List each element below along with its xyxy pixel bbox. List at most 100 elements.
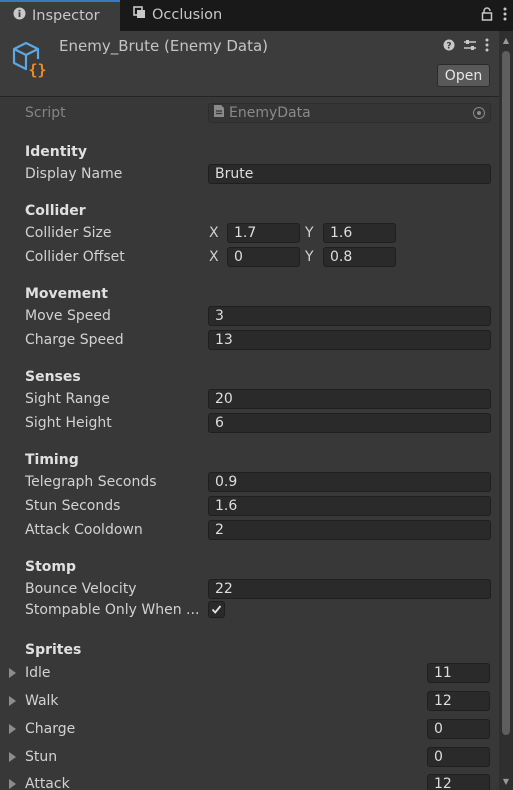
bounce-velocity-row: Bounce Velocity 22 (0, 578, 499, 600)
sprites-walk-row[interactable]: Walk 12 (0, 690, 499, 712)
stompable-row: Stompable Only When ... (0, 599, 499, 621)
scroll-down-arrow-icon[interactable]: ▼ (502, 777, 510, 786)
attack-cooldown-field[interactable]: 2 (208, 520, 491, 540)
tab-occlusion-label: Occlusion (152, 7, 223, 23)
help-icon[interactable]: ? (443, 39, 455, 55)
script-value: EnemyData (229, 105, 311, 121)
attack-cooldown-label: Attack Cooldown (25, 522, 143, 538)
kebab-menu-icon[interactable] (503, 7, 507, 25)
sprites-walk-label: Walk (25, 693, 59, 709)
info-icon (13, 2, 26, 31)
sight-height-field[interactable]: 6 (208, 413, 491, 433)
foldout-arrow-icon[interactable] (9, 668, 16, 678)
foldout-arrow-icon[interactable] (9, 779, 16, 789)
move-speed-label: Move Speed (25, 308, 111, 324)
move-speed-field[interactable]: 3 (208, 306, 491, 326)
collider-size-y-field[interactable]: 1.6 (323, 223, 396, 243)
sight-height-label: Sight Height (25, 415, 112, 431)
telegraph-seconds-label: Telegraph Seconds (25, 474, 157, 490)
scrollbar-thumb[interactable] (502, 51, 510, 735)
stun-seconds-field[interactable]: 1.6 (208, 496, 491, 516)
checkmark-icon (211, 605, 222, 614)
scroll-up-arrow-icon[interactable]: ▲ (502, 36, 510, 45)
display-name-label: Display Name (25, 166, 123, 182)
foldout-arrow-icon[interactable] (9, 724, 16, 734)
bounce-velocity-field[interactable]: 22 (208, 579, 491, 599)
collider-offset-y-field[interactable]: 0.8 (323, 247, 396, 267)
sprites-attack-row[interactable]: Attack 12 (0, 773, 499, 790)
sprites-charge-count[interactable]: 0 (427, 719, 490, 739)
charge-speed-field[interactable]: 13 (208, 330, 491, 350)
attack-cooldown-row: Attack Cooldown 2 (0, 519, 499, 541)
svg-text:{}: {} (28, 61, 46, 79)
scriptable-object-icon: {} (10, 39, 50, 85)
sprites-idle-label: Idle (25, 665, 51, 681)
tab-occlusion[interactable]: Occlusion (120, 0, 250, 31)
context-menu-icon[interactable] (485, 38, 489, 56)
script-field[interactable]: EnemyData (208, 103, 491, 123)
section-stomp: Stomp (25, 559, 77, 575)
collider-size-x-field[interactable]: 1.7 (227, 223, 300, 243)
collider-offset-row: Collider Offset X 0 Y 0.8 (0, 246, 499, 268)
move-speed-row: Move Speed 3 (0, 305, 499, 327)
charge-speed-label: Charge Speed (25, 332, 124, 348)
section-identity: Identity (25, 144, 88, 160)
tab-bar: Inspector Occlusion (0, 0, 513, 31)
display-name-field[interactable]: Brute (208, 164, 491, 184)
collider-size-x-axis: X (209, 225, 219, 241)
sprites-idle-count[interactable]: 11 (427, 663, 490, 683)
svg-text:?: ? (446, 42, 451, 52)
section-senses: Senses (25, 369, 81, 385)
tab-inspector-label: Inspector (32, 8, 100, 24)
collider-size-row: Collider Size X 1.7 Y 1.6 (0, 222, 499, 244)
inspector-header: {} Enemy_Brute (Enemy Data) ? (0, 31, 513, 97)
tab-inspector[interactable]: Inspector (0, 0, 120, 31)
sight-range-label: Sight Range (25, 391, 110, 407)
script-file-icon (213, 104, 225, 123)
foldout-arrow-icon[interactable] (9, 752, 16, 762)
telegraph-seconds-row: Telegraph Seconds 0.9 (0, 471, 499, 493)
sight-range-field[interactable]: 20 (208, 389, 491, 409)
vertical-scrollbar[interactable]: ▲ ▼ (499, 31, 513, 790)
charge-speed-row: Charge Speed 13 (0, 329, 499, 351)
sprites-attack-count[interactable]: 12 (427, 774, 490, 790)
bounce-velocity-label: Bounce Velocity (25, 581, 137, 597)
open-button[interactable]: Open (437, 64, 490, 87)
occlusion-icon (133, 0, 146, 31)
collider-offset-y-axis: Y (305, 249, 314, 265)
sprites-stun-count[interactable]: 0 (427, 747, 490, 767)
sight-height-row: Sight Height 6 (0, 412, 499, 434)
sprites-stun-row[interactable]: Stun 0 (0, 746, 499, 768)
asset-title: Enemy_Brute (Enemy Data) (59, 37, 269, 55)
stun-seconds-label: Stun Seconds (25, 498, 121, 514)
display-name-row: Display Name Brute (0, 163, 499, 185)
stompable-checkbox[interactable] (208, 601, 225, 618)
header-controls: ? (443, 38, 489, 56)
collider-offset-label: Collider Offset (25, 249, 125, 265)
section-movement: Movement (25, 286, 108, 302)
script-label: Script (25, 105, 66, 121)
collider-size-label: Collider Size (25, 225, 112, 241)
preset-icon[interactable] (463, 39, 477, 55)
tabbar-controls (481, 0, 507, 31)
stompable-label: Stompable Only When ... (25, 602, 200, 618)
sight-range-row: Sight Range 20 (0, 388, 499, 410)
sprites-stun-label: Stun (25, 749, 58, 765)
stun-seconds-row: Stun Seconds 1.6 (0, 495, 499, 517)
sprites-charge-label: Charge (25, 721, 76, 737)
section-collider: Collider (25, 203, 86, 219)
sprites-charge-row[interactable]: Charge 0 (0, 718, 499, 740)
collider-offset-x-field[interactable]: 0 (227, 247, 300, 267)
section-timing: Timing (25, 452, 79, 468)
foldout-arrow-icon[interactable] (9, 696, 16, 706)
collider-offset-x-axis: X (209, 249, 219, 265)
object-picker-icon[interactable] (473, 107, 485, 119)
collider-size-y-axis: Y (305, 225, 314, 241)
section-sprites: Sprites (25, 642, 82, 658)
lock-icon[interactable] (481, 6, 493, 25)
sprites-idle-row[interactable]: Idle 11 (0, 662, 499, 684)
script-row: Script EnemyData (0, 102, 499, 124)
telegraph-seconds-field[interactable]: 0.9 (208, 472, 491, 492)
sprites-attack-label: Attack (25, 776, 70, 790)
sprites-walk-count[interactable]: 12 (427, 691, 490, 711)
